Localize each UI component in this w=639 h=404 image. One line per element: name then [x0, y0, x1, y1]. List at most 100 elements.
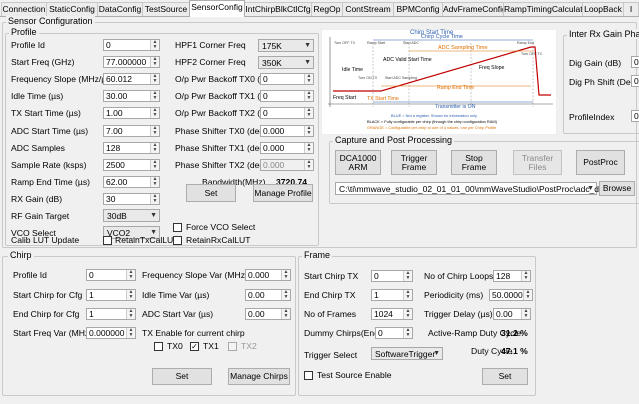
- dummy-chirps-input[interactable]: 0 ▲ ▼: [375, 327, 413, 339]
- end-chirp-cfg-input[interactable]: 1 ▲ ▼: [86, 308, 136, 320]
- no-of-frames-input[interactable]: 1024 ▲ ▼: [371, 308, 413, 320]
- adc-data-path-select[interactable]: C:\ti\mmwave_studio_02_01_01_00\mmWaveSt…: [335, 182, 613, 195]
- manage-chirps-button[interactable]: Manage Chirps: [228, 368, 290, 385]
- tx1-checkbox[interactable]: ✓: [190, 342, 199, 351]
- spin-arrows-icon[interactable]: ▲ ▼: [304, 74, 313, 84]
- spin-arrows-icon[interactable]: ▲ ▼: [281, 290, 290, 300]
- hpf2-select[interactable]: 350K ▼: [258, 56, 314, 69]
- frequency-slope-input[interactable]: 60.012 ▲ ▼: [103, 73, 160, 85]
- start-freq-input[interactable]: 77.000000 ▲ ▼: [103, 56, 160, 68]
- pwr-backoff-tx0-input[interactable]: 0 ▲ ▼: [260, 73, 314, 85]
- spin-arrows-icon[interactable]: ▲ ▼: [403, 328, 412, 338]
- tab-ramptimingcalculator[interactable]: RampTimingCalculator: [503, 2, 590, 16]
- spin-arrows-icon[interactable]: ▲ ▼: [403, 309, 412, 319]
- no-of-chirp-loops-input[interactable]: 128 ▲ ▼: [493, 270, 531, 282]
- spin-arrows-icon[interactable]: ▲ ▼: [521, 309, 530, 319]
- tx2-label: TX2: [241, 341, 257, 351]
- spin-arrows-icon[interactable]: ▲ ▼: [150, 91, 159, 101]
- tab-bpmconfig[interactable]: BPMConfig: [393, 2, 443, 16]
- start-chirp-tx-input[interactable]: 0 ▲ ▼: [371, 270, 413, 282]
- postproc-button[interactable]: PostProc: [576, 150, 625, 175]
- start-chirp-cfg-input[interactable]: 1 ▲ ▼: [86, 289, 136, 301]
- tab-contstream[interactable]: ContStream: [342, 2, 394, 16]
- spin-arrows-icon[interactable]: ▲ ▼: [304, 91, 313, 101]
- profile-id-input[interactable]: 0 ▲ ▼: [103, 39, 160, 51]
- tx-start-time-input[interactable]: 1.00 ▲ ▼: [103, 107, 160, 119]
- spin-arrows-icon[interactable]: ▲ ▼: [521, 271, 530, 281]
- trigger-frame-button[interactable]: Trigger Frame: [391, 150, 437, 175]
- retain-tx-checkbox[interactable]: [103, 236, 112, 245]
- freq-slope-var-input[interactable]: 0.000 ▲ ▼: [245, 269, 291, 281]
- sample-rate-input[interactable]: 2500 ▲ ▼: [103, 159, 160, 171]
- manage-profile-button[interactable]: Manage Profile: [253, 184, 313, 202]
- spin-arrows-icon[interactable]: ▲ ▼: [150, 194, 159, 204]
- spin-arrows-icon[interactable]: ▲ ▼: [126, 270, 135, 280]
- spin-arrows-icon[interactable]: ▲ ▼: [281, 309, 290, 319]
- spin-arrows-icon[interactable]: ▲ ▼: [403, 271, 412, 281]
- spin-arrows-icon[interactable]: ▲ ▼: [150, 57, 159, 67]
- spin-arrows-icon[interactable]: ▲ ▼: [150, 177, 159, 187]
- dca1000-arm-button[interactable]: DCA1000 ARM: [335, 150, 381, 175]
- start-freq-var-input[interactable]: 0.000000 ▲ ▼: [86, 327, 136, 339]
- dig-gain-input[interactable]: 0: [631, 56, 639, 68]
- phase-shifter-tx1-input[interactable]: 0.000 ▲ ▼: [260, 142, 314, 154]
- periodicity-input[interactable]: 50.000000 ▲ ▼: [489, 289, 533, 301]
- tab-overflow[interactable]: I: [623, 2, 639, 16]
- spin-arrows-icon[interactable]: ▲ ▼: [304, 126, 313, 136]
- spin-arrows-icon[interactable]: ▲ ▼: [150, 126, 159, 136]
- tab-regop[interactable]: RegOp: [311, 2, 343, 16]
- pwr-backoff-tx1-input[interactable]: 0 ▲ ▼: [260, 90, 314, 102]
- chirp-profile-id-input[interactable]: 0 ▲ ▼: [86, 269, 136, 281]
- adc-start-var-input[interactable]: 0.00 ▲ ▼: [245, 308, 291, 320]
- end-chirp-tx-input[interactable]: 1 ▲ ▼: [371, 289, 413, 301]
- start-chirp-cfg-label: Start Chirp for Cfg: [13, 290, 83, 300]
- tx0-checkbox[interactable]: [154, 342, 163, 351]
- spin-arrows-icon[interactable]: ▲ ▼: [304, 108, 313, 118]
- spin-arrows-icon[interactable]: ▲ ▼: [150, 160, 159, 170]
- profile-index-input[interactable]: 0: [631, 110, 639, 122]
- adc-samples-input[interactable]: 128 ▲ ▼: [103, 142, 160, 154]
- spin-arrows-icon[interactable]: ▲ ▼: [523, 290, 532, 300]
- tab-testsource[interactable]: TestSource: [142, 2, 190, 16]
- phase-shifter-tx0-input[interactable]: 0.000 ▲ ▼: [260, 125, 314, 137]
- test-source-enable-checkbox[interactable]: [304, 371, 313, 380]
- spin-arrows-icon[interactable]: ▲ ▼: [150, 108, 159, 118]
- idle-time-input[interactable]: 30.00 ▲ ▼: [103, 90, 160, 102]
- tab-connection[interactable]: Connection: [1, 2, 47, 16]
- spin-arrows-icon[interactable]: ▲ ▼: [304, 143, 313, 153]
- dig-ph-shift-input[interactable]: 0: [631, 75, 639, 87]
- tab-intchirpblkctlcfg[interactable]: IntChirpBlkCtlCfg: [244, 2, 312, 16]
- spin-arrows-icon[interactable]: ▲ ▼: [150, 143, 159, 153]
- profile-set-button[interactable]: Set: [186, 184, 236, 202]
- ramp-end-time-input[interactable]: 62.00 ▲ ▼: [103, 176, 160, 188]
- pwr-backoff-tx2-input[interactable]: 0 ▲ ▼: [260, 107, 314, 119]
- spin-arrows-icon[interactable]: ▲ ▼: [150, 40, 159, 50]
- rf-gain-target-select[interactable]: 30dB ▼: [103, 209, 160, 222]
- spin-arrows-icon[interactable]: ▲ ▼: [281, 270, 290, 280]
- spin-arrows-icon[interactable]: ▲ ▼: [126, 290, 135, 300]
- hpf1-select[interactable]: 175K ▼: [258, 39, 314, 52]
- adc-start-time-input[interactable]: 7.00 ▲ ▼: [103, 125, 160, 137]
- tab-dataconfig[interactable]: DataConfig: [97, 2, 143, 16]
- rx-gain-input[interactable]: 30 ▲ ▼: [103, 193, 160, 205]
- tab-sensorconfig[interactable]: SensorConfig: [189, 0, 245, 17]
- tab-staticconfig[interactable]: StaticConfig: [46, 2, 98, 16]
- idle-time-var-input[interactable]: 0.00 ▲ ▼: [245, 289, 291, 301]
- pwr-backoff-tx2-label: O/p Pwr Backoff TX2 (dB): [175, 108, 274, 118]
- chirp-set-button[interactable]: Set: [152, 368, 212, 385]
- spin-arrows-icon[interactable]: ▲ ▼: [403, 290, 412, 300]
- trigger-delay-input[interactable]: 0.00 ▲ ▼: [493, 308, 531, 320]
- spin-arrows-icon[interactable]: ▲ ▼: [126, 309, 135, 319]
- retain-rx-checkbox[interactable]: [173, 236, 182, 245]
- tick-label: Turn OFF TX: [521, 52, 543, 56]
- tab-loopback[interactable]: LoopBack: [582, 2, 624, 16]
- trigger-select-dropdown[interactable]: SoftwareTrigger ▼: [371, 347, 443, 360]
- spin-arrows-icon[interactable]: ▲ ▼: [150, 74, 159, 84]
- force-vco-checkbox[interactable]: [173, 223, 182, 232]
- browse-button[interactable]: Browse: [599, 181, 635, 196]
- spin-arrows-icon[interactable]: ▲ ▼: [126, 328, 135, 338]
- tab-bar: Connection StaticConfig DataConfig TestS…: [0, 0, 639, 17]
- stop-frame-button[interactable]: Stop Frame: [451, 150, 497, 175]
- tab-advframeconfig[interactable]: AdvFrameConfig: [442, 2, 507, 16]
- frame-set-button[interactable]: Set: [482, 368, 528, 385]
